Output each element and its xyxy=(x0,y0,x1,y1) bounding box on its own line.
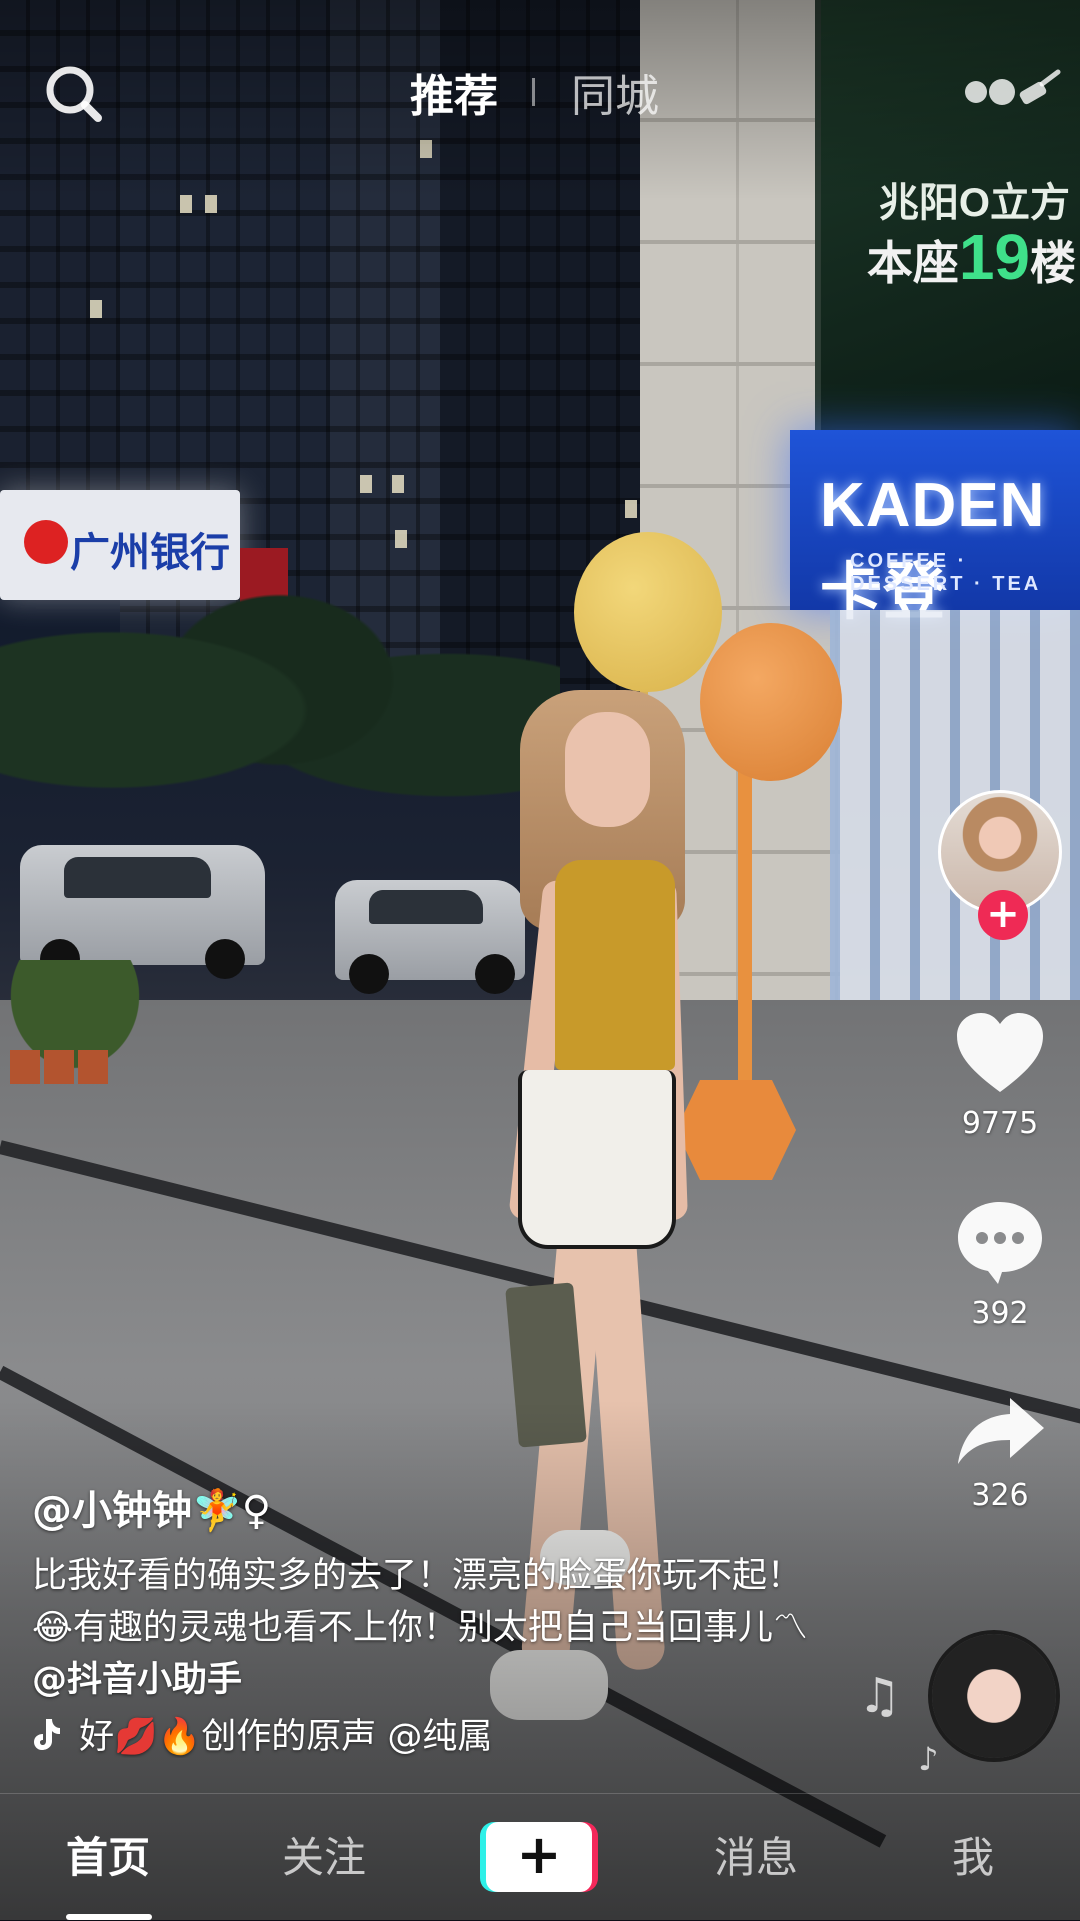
shop-sign-subtext: COFFEE · DESSERT · TEA xyxy=(850,550,1042,595)
caption-text: 比我好看的确实多的去了！漂亮的脸蛋你玩不起！😂有趣的灵魂也看不上你！别太把自己当… xyxy=(32,1556,808,1648)
bottom-nav: 首页 关注 + 消息 我 xyxy=(0,1793,1080,1921)
window-light xyxy=(392,475,404,493)
person-face xyxy=(565,712,650,827)
feed-tabs: 推荐 同城 xyxy=(410,62,659,122)
flower-pot xyxy=(44,1050,74,1084)
tab-nearby[interactable]: 同城 xyxy=(571,60,659,124)
tiktok-note-icon xyxy=(32,1717,68,1759)
like-count: 9775 xyxy=(961,1106,1039,1141)
bank-sign: 广州银行 xyxy=(0,490,240,600)
create-button[interactable]: + xyxy=(480,1822,598,1892)
bank-logo-icon xyxy=(24,520,68,564)
share-button[interactable]: 326 xyxy=(935,1394,1065,1513)
creator-username[interactable]: @小钟钟🧚♀ xyxy=(32,1478,271,1536)
share-count: 326 xyxy=(971,1478,1029,1513)
search-button[interactable] xyxy=(42,62,108,128)
music-note-icon: ♪ xyxy=(918,1740,939,1778)
music-ticker[interactable]: 好💋🔥创作的原声 @纯属 xyxy=(32,1708,572,1758)
flower-pot xyxy=(78,1050,108,1084)
comment-button[interactable]: 392 xyxy=(935,1198,1065,1331)
comment-icon xyxy=(958,1202,1042,1284)
person-top xyxy=(555,860,675,1070)
nav-messages[interactable]: 消息 xyxy=(714,1824,798,1885)
nav-following[interactable]: 关注 xyxy=(282,1824,366,1885)
search-icon xyxy=(46,66,102,122)
shop-sign: KADEN卡登 COFFEE · DESSERT · TEA xyxy=(790,430,1080,627)
yellow-balloon xyxy=(574,532,722,692)
live-icon xyxy=(965,69,1061,105)
share-arrow-icon xyxy=(958,1398,1044,1464)
balloon-base xyxy=(676,1080,796,1180)
person-shorts xyxy=(518,1070,676,1249)
tab-divider xyxy=(532,78,535,106)
follow-button[interactable]: + xyxy=(978,890,1028,940)
window-light xyxy=(625,500,637,518)
heart-icon xyxy=(957,1013,1043,1092)
music-disc[interactable] xyxy=(932,1634,1056,1758)
balloon-pole xyxy=(738,770,752,1100)
billboard-floor-text: 本座19楼 xyxy=(866,221,1076,293)
plus-icon: + xyxy=(516,1823,562,1886)
window-light xyxy=(395,530,407,548)
window-light xyxy=(90,300,102,318)
live-button[interactable] xyxy=(962,66,1062,116)
caption-mention[interactable]: @抖音小助手 xyxy=(32,1660,242,1700)
active-tab-indicator xyxy=(66,1914,152,1920)
music-note-icon: ♫ xyxy=(858,1668,902,1724)
post-caption: 比我好看的确实多的去了！漂亮的脸蛋你玩不起！😂有趣的灵魂也看不上你！别太把自己当… xyxy=(32,1550,832,1706)
tab-recommend[interactable]: 推荐 xyxy=(410,60,498,124)
parked-car xyxy=(335,880,525,994)
comment-count: 392 xyxy=(971,1296,1029,1331)
parked-car xyxy=(20,845,265,979)
nav-me[interactable]: 我 xyxy=(952,1824,994,1885)
music-title: 好💋🔥创作的原声 @纯属 xyxy=(79,1717,493,1757)
bank-sign-text: 广州银行 xyxy=(70,531,230,575)
creator-avatar-group: + xyxy=(938,790,1062,940)
flower-pot xyxy=(10,1050,40,1084)
nav-home[interactable]: 首页 xyxy=(66,1824,150,1885)
window-light xyxy=(360,475,372,493)
like-button[interactable]: 9775 xyxy=(935,1010,1065,1141)
orange-balloon xyxy=(700,623,842,781)
